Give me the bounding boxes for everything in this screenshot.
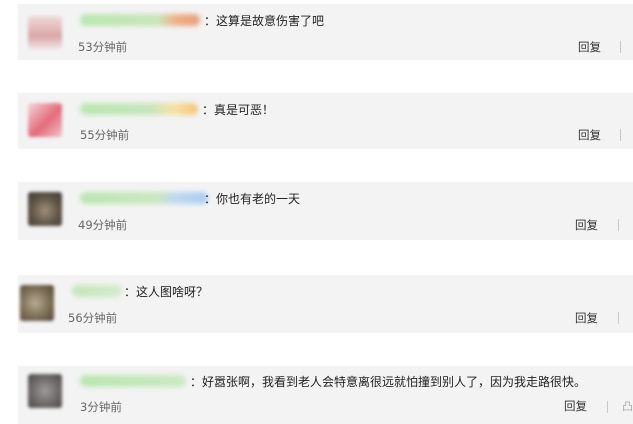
like-icon[interactable]: 凸 <box>622 400 633 414</box>
username-blurred[interactable] <box>80 14 200 26</box>
avatar[interactable] <box>20 285 54 321</box>
action-divider <box>620 41 621 53</box>
action-divider <box>620 129 621 141</box>
comment-text: ：真是可恶！ <box>202 103 275 117</box>
comment-text: ：你也有老的一天 <box>204 192 301 206</box>
reply-button[interactable]: 回复 <box>578 128 601 142</box>
comment-time: 3分钟前 <box>80 400 122 414</box>
username-blurred[interactable] <box>80 375 186 387</box>
avatar[interactable] <box>28 103 62 137</box>
reply-button[interactable]: 回复 <box>564 399 587 413</box>
comment-time: 53分钟前 <box>78 40 128 54</box>
reply-button[interactable]: 回复 <box>575 218 598 232</box>
comment-time: 56分钟前 <box>68 311 118 325</box>
comment-item: ：这算是故意伤害了吧 53分钟前 回复 <box>18 4 633 60</box>
comment-item: ：真是可恶！ 55分钟前 回复 <box>18 93 633 149</box>
comment-text: ：这算是故意伤害了吧 <box>204 14 325 28</box>
username-blurred[interactable] <box>80 192 208 204</box>
avatar[interactable] <box>28 16 62 50</box>
reply-button[interactable]: 回复 <box>578 40 601 54</box>
comment-text: ：这人图啥呀？ <box>124 285 209 299</box>
reply-button[interactable]: 回复 <box>575 311 598 325</box>
comment-item: ：这人图啥呀？ 56分钟前 回复 <box>18 275 633 333</box>
action-divider <box>618 219 619 231</box>
comment-time: 55分钟前 <box>80 128 130 142</box>
username-blurred[interactable] <box>80 103 198 115</box>
action-divider <box>607 401 608 413</box>
comment-text: ：好嚣张啊，我看到老人会特意离很远就怕撞到别人了，因为我走路很快。 <box>190 375 587 389</box>
comment-item: ：你也有老的一天 49分钟前 回复 <box>18 182 633 240</box>
comment-item: ：好嚣张啊，我看到老人会特意离很远就怕撞到别人了，因为我走路很快。 3分钟前 回… <box>18 366 633 424</box>
avatar[interactable] <box>28 374 62 408</box>
comment-time: 49分钟前 <box>78 218 128 232</box>
username-blurred[interactable] <box>72 285 122 297</box>
action-divider <box>618 312 619 324</box>
avatar[interactable] <box>28 192 62 226</box>
